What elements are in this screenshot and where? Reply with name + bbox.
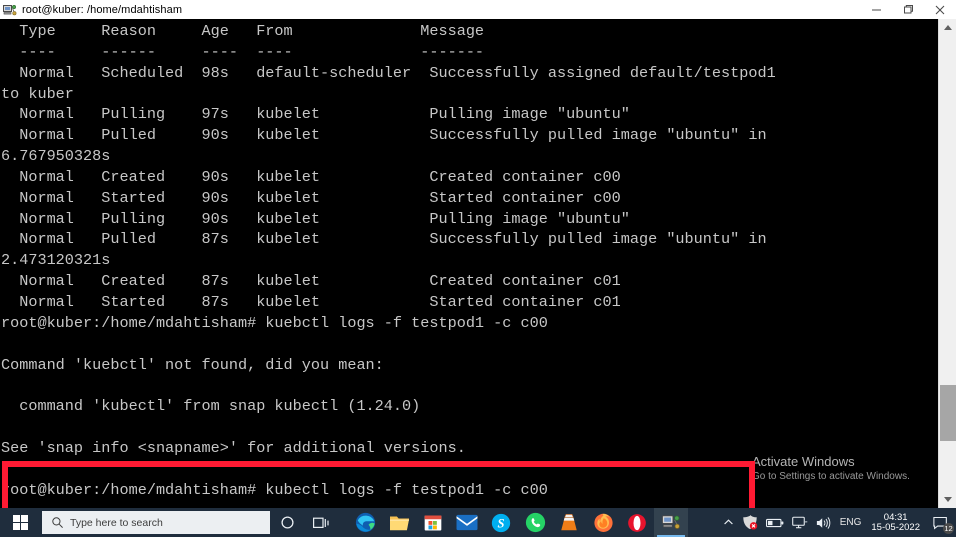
file-explorer-icon — [389, 516, 409, 531]
scroll-down-arrow-icon[interactable] — [939, 491, 956, 508]
language-indicator[interactable]: ENG — [836, 508, 866, 537]
maximize-button[interactable] — [892, 0, 924, 19]
terminal-line: ---- ------ ---- ---- ------- — [1, 42, 485, 61]
svg-text:S: S — [498, 516, 505, 530]
scrollbar-thumb[interactable] — [940, 385, 956, 441]
close-button[interactable] — [924, 0, 956, 19]
terminal-line: 2.473120321s — [1, 251, 111, 270]
terminal-line: Normal Created 90s kubelet Created conta… — [1, 167, 621, 186]
terminal-line: Normal Started 87s kubelet Started conta… — [1, 292, 621, 311]
whatsapp-icon — [525, 512, 545, 533]
network-icon[interactable] — [788, 508, 812, 537]
minimize-button[interactable] — [860, 0, 892, 19]
search-placeholder: Type here to search — [70, 516, 163, 529]
terminal-output[interactable]: Type Reason Age From Message ---- ------… — [0, 19, 938, 508]
show-hidden-icons-chevron-icon[interactable] — [719, 508, 738, 537]
windows-logo-icon — [12, 515, 28, 530]
terminal-line: root@kuber:/home/mdahtisham# kuebctl log… — [1, 313, 548, 332]
windows-taskbar: Type here to search S ENG 04:31 15-05-20… — [0, 508, 956, 537]
taskbar-app-opera[interactable] — [620, 508, 654, 537]
clock-date: 15-05-2022 — [871, 521, 920, 533]
window-titlebar[interactable]: root@kuber: /home/mdahtisham — [0, 0, 956, 19]
microsoft-edge-icon — [355, 512, 375, 533]
terminal-line: root@kuber:/home/mdahtisham# kubectl log… — [1, 480, 548, 499]
notifications-badge: 12 — [943, 523, 954, 534]
terminal-line: Normal Pulling 90s kubelet Pulling image… — [1, 209, 630, 228]
terminal-line: Normal Started 90s kubelet Started conta… — [1, 188, 621, 207]
microsoft-store-icon — [424, 515, 442, 530]
terminal-line: Command 'kuebctl' not found, did you mea… — [1, 355, 384, 374]
putty-taskbar-icon — [661, 515, 680, 529]
terminal-line: command 'kubectl' from snap kubectl (1.2… — [1, 397, 421, 416]
scroll-up-arrow-icon[interactable] — [939, 19, 956, 36]
terminal-line: Normal Pulled 90s kubelet Successfully p… — [1, 126, 767, 145]
terminal-scrollbar[interactable] — [938, 19, 956, 508]
terminal-line: 6.767950328s — [1, 147, 111, 166]
search-input[interactable]: Type here to search — [42, 511, 270, 534]
mail-icon — [456, 514, 478, 531]
terminal-line: Normal Pulling 97s kubelet Pulling image… — [1, 105, 630, 124]
terminal-line: See 'snap info <snapname>' for additiona… — [1, 438, 466, 457]
taskbar-app-whatsapp[interactable] — [518, 508, 552, 537]
volume-icon[interactable] — [812, 508, 836, 537]
taskbar-app-putty[interactable] — [654, 508, 688, 537]
terminal-line: Normal Scheduled 98s default-scheduler S… — [1, 63, 776, 82]
battery-icon[interactable] — [762, 508, 788, 537]
taskbar-app-microsoft-store[interactable] — [416, 508, 450, 537]
start-button[interactable] — [0, 508, 40, 537]
taskbar-app-mail[interactable] — [450, 508, 484, 537]
terminal-line: Normal Pulled 87s kubelet Successfully p… — [1, 230, 767, 249]
cortana-icon[interactable] — [270, 508, 304, 537]
desktop-screen: root@kuber: /home/mdahtisham Type Reason — [0, 0, 956, 537]
terminal-line: Normal Created 87s kubelet Created conta… — [1, 272, 621, 291]
terminal-line: Type Reason Age From Message — [1, 22, 485, 40]
terminal-line: to kuber — [1, 84, 74, 103]
firefox-icon — [593, 513, 613, 532]
clock[interactable]: 04:31 15-05-2022 — [865, 508, 926, 537]
taskbar-app-vlc-media-player[interactable] — [552, 508, 586, 537]
taskbar-app-buttons: S — [348, 508, 688, 537]
opera-icon — [628, 513, 646, 532]
system-tray: ENG 04:31 15-05-2022 12 — [719, 508, 956, 537]
taskbar-app-skype[interactable]: S — [484, 508, 518, 537]
search-icon — [51, 516, 64, 529]
notifications-button[interactable]: 12 — [926, 508, 956, 537]
taskbar-app-mozilla-firefox[interactable] — [586, 508, 620, 537]
antivirus-icon[interactable] — [738, 508, 762, 537]
putty-icon — [3, 3, 17, 17]
taskbar-app-microsoft-edge[interactable] — [348, 508, 382, 537]
window-title: root@kuber: /home/mdahtisham — [22, 3, 183, 16]
vlc-cone-icon — [561, 513, 577, 530]
task-view-icon[interactable] — [304, 508, 338, 537]
window-controls — [860, 0, 956, 19]
skype-icon: S — [491, 513, 511, 532]
taskbar-app-file-explorer[interactable] — [382, 508, 416, 537]
